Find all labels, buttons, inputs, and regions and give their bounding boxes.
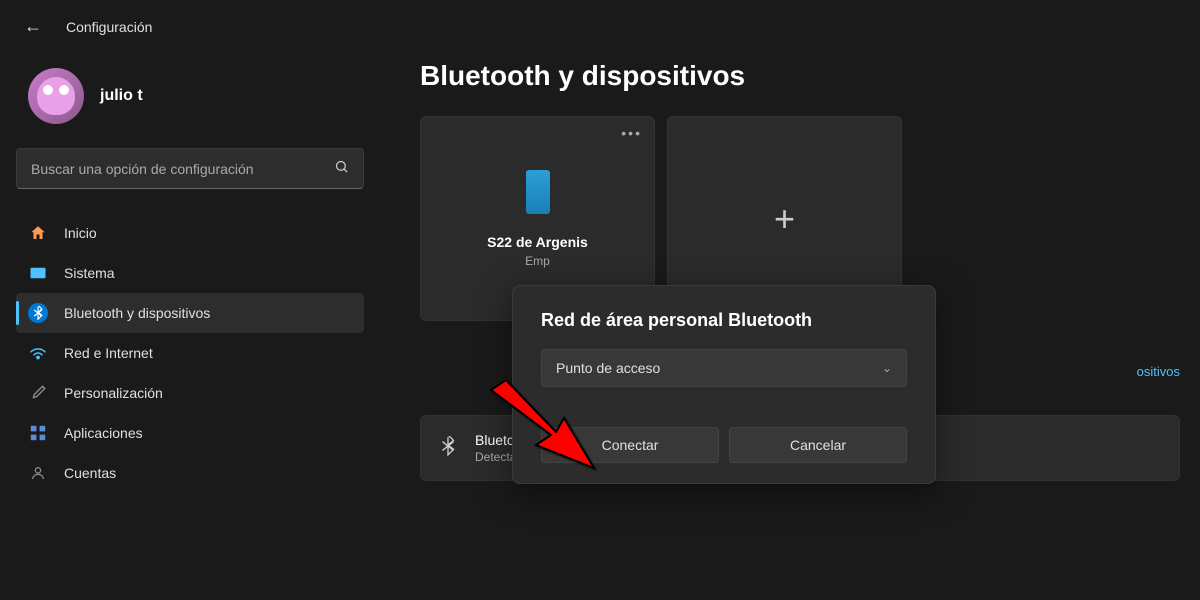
wifi-icon (28, 343, 48, 363)
brush-icon (28, 383, 48, 403)
sidebar-item-personalizacion[interactable]: Personalización (16, 373, 364, 413)
sidebar-item-label: Bluetooth y dispositivos (64, 305, 210, 321)
dropdown-selected: Punto de acceso (556, 360, 660, 376)
cancel-button[interactable]: Cancelar (729, 427, 907, 463)
device-status: Emp (525, 254, 550, 268)
sidebar-item-label: Aplicaciones (64, 425, 143, 441)
bluetooth-icon (28, 303, 48, 323)
sidebar-item-label: Cuentas (64, 465, 116, 481)
plus-icon: + (774, 198, 795, 240)
sidebar-item-label: Sistema (64, 265, 115, 281)
sidebar-item-inicio[interactable]: Inicio (16, 213, 364, 253)
username: julio t (100, 87, 143, 105)
device-name: S22 de Argenis (487, 234, 588, 250)
more-icon[interactable]: ••• (621, 125, 642, 141)
app-header: ← Configuración (0, 0, 1200, 53)
sidebar-item-label: Red e Internet (64, 345, 153, 361)
accounts-icon (28, 463, 48, 483)
bluetooth-icon (441, 436, 455, 461)
more-devices-link[interactable]: ositivos (1137, 364, 1180, 379)
header-title: Configuración (66, 19, 152, 35)
system-icon (28, 263, 48, 283)
sidebar-item-label: Personalización (64, 385, 163, 401)
sidebar-item-label: Inicio (64, 225, 97, 241)
phone-icon (526, 170, 550, 214)
bluetooth-pan-dialog: Red de área personal Bluetooth Punto de … (512, 285, 936, 484)
nav-list: Inicio Sistema Bluetooth y dispositivos … (16, 213, 364, 493)
page-title: Bluetooth y dispositivos (420, 60, 1180, 92)
search-input[interactable]: Buscar una opción de configuración (16, 148, 364, 189)
chevron-down-icon: ⌄ (882, 361, 892, 375)
access-point-dropdown[interactable]: Punto de acceso ⌄ (541, 349, 907, 387)
sidebar-item-red[interactable]: Red e Internet (16, 333, 364, 373)
connect-button[interactable]: Conectar (541, 427, 719, 463)
sidebar: julio t Buscar una opción de configuraci… (0, 60, 380, 493)
sidebar-item-bluetooth[interactable]: Bluetooth y dispositivos (16, 293, 364, 333)
search-icon (334, 159, 349, 178)
dialog-buttons: Conectar Cancelar (541, 427, 907, 463)
home-icon (28, 223, 48, 243)
sidebar-item-cuentas[interactable]: Cuentas (16, 453, 364, 493)
sidebar-item-sistema[interactable]: Sistema (16, 253, 364, 293)
dialog-title: Red de área personal Bluetooth (541, 310, 907, 331)
apps-icon (28, 423, 48, 443)
back-arrow-icon[interactable]: ← (24, 16, 42, 37)
search-placeholder: Buscar una opción de configuración (31, 161, 254, 177)
avatar (28, 68, 84, 124)
user-profile[interactable]: julio t (16, 60, 364, 148)
sidebar-item-aplicaciones[interactable]: Aplicaciones (16, 413, 364, 453)
